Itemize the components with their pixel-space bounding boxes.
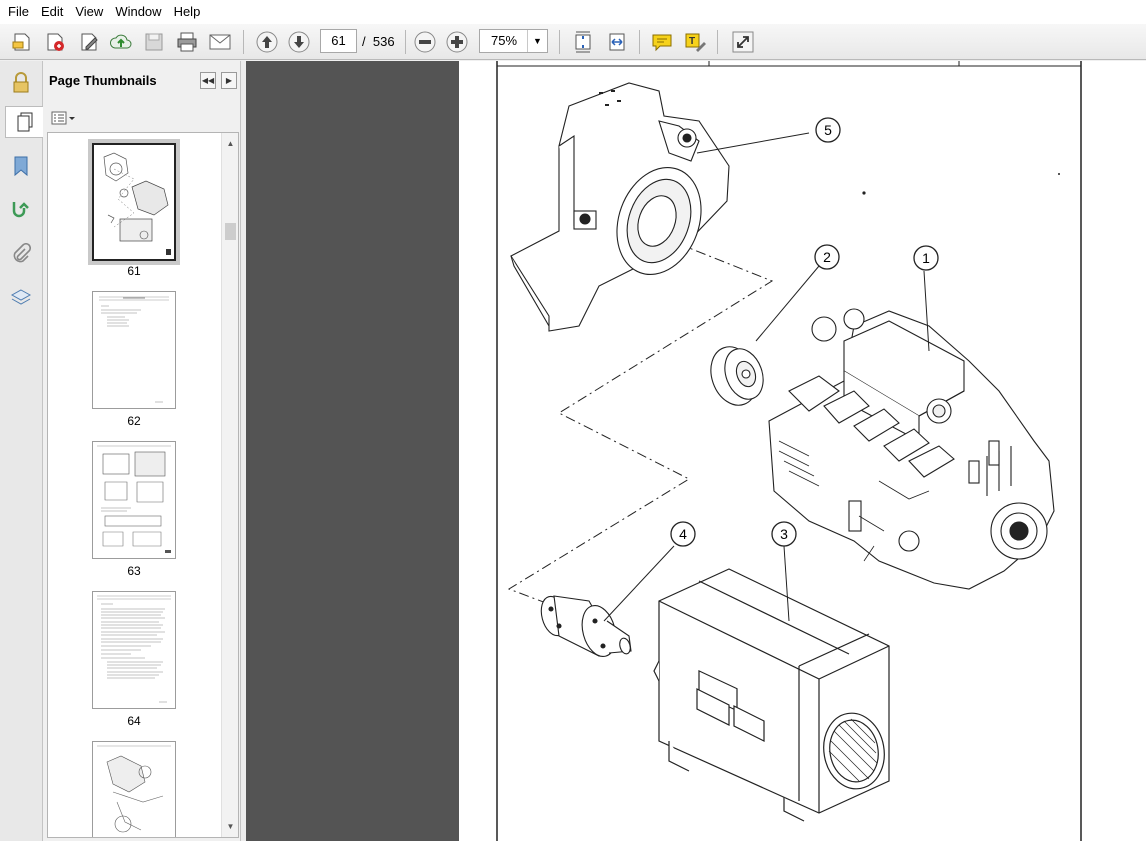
page-number-input[interactable]: 61: [320, 29, 357, 53]
thumbnail-options-button[interactable]: [50, 108, 75, 127]
menu-file[interactable]: File: [2, 0, 35, 24]
menu-help[interactable]: Help: [168, 0, 207, 24]
open-icon[interactable]: [8, 28, 36, 56]
svg-text:2: 2: [823, 249, 831, 265]
thumbnail-label: 64: [127, 714, 141, 728]
thumbnail-page[interactable]: [92, 441, 176, 559]
svg-text:1: 1: [922, 250, 930, 266]
toolbar-separator: [243, 30, 244, 54]
bookmarks-icon[interactable]: [6, 150, 36, 182]
toolbar-separator: [559, 30, 560, 54]
comment-icon[interactable]: [648, 28, 676, 56]
thumbnail-page[interactable]: [88, 139, 180, 265]
thumbnail-page[interactable]: [92, 741, 176, 837]
document-view[interactable]: 1 2 3 4 5: [246, 61, 1146, 841]
lock-icon[interactable]: [6, 67, 36, 99]
page-total-text: / 536: [362, 34, 395, 49]
callout-4: 4: [670, 521, 696, 547]
page-thumbnails-icon[interactable]: [5, 106, 43, 138]
cloud-upload-icon[interactable]: [107, 28, 135, 56]
email-icon[interactable]: [206, 28, 234, 56]
print-icon[interactable]: [173, 28, 201, 56]
diesel-engine-part-1: [768, 308, 1055, 590]
navigation-rail: [0, 61, 43, 841]
callout-3: 3: [771, 521, 797, 547]
destinations-icon[interactable]: [6, 194, 36, 226]
callout-1: 1: [913, 245, 939, 271]
page-thumbnails-panel: Page Thumbnails ◀◀ ▶ 61 62 63 64 ▲ ▼: [43, 61, 241, 841]
fit-page-icon[interactable]: [569, 28, 597, 56]
thumbnail-list[interactable]: 61 62 63 64 ▲ ▼: [47, 132, 239, 838]
zoom-select[interactable]: 75% ▼: [479, 29, 548, 53]
attachments-icon[interactable]: [6, 238, 36, 270]
zoom-value: 75%: [490, 33, 518, 48]
callout-2: 2: [814, 244, 840, 270]
edit-pdf-icon[interactable]: [75, 28, 103, 56]
generator-part-3: [653, 568, 890, 822]
panel-title: Page Thumbnails: [49, 73, 157, 88]
scroll-up-icon[interactable]: ▲: [222, 135, 238, 152]
next-page-icon[interactable]: [285, 28, 313, 56]
thumbnail-page[interactable]: [92, 591, 176, 709]
scroll-thumb[interactable]: [225, 223, 236, 240]
flexible-coupling-part-4: [540, 595, 632, 658]
svg-text:4: 4: [679, 526, 687, 542]
thumbnail-label: 63: [127, 564, 141, 578]
zoom-out-icon[interactable]: [411, 28, 439, 56]
menu-view[interactable]: View: [69, 0, 109, 24]
menu-edit[interactable]: Edit: [35, 0, 69, 24]
previous-page-icon[interactable]: [253, 28, 281, 56]
create-pdf-icon[interactable]: [41, 28, 69, 56]
toolbar-separator: [717, 30, 718, 54]
thumbnail-label: 62: [127, 414, 141, 428]
thumbnail-page[interactable]: [92, 291, 176, 409]
collapse-panel-icon[interactable]: ◀◀: [200, 72, 216, 89]
layers-icon[interactable]: [6, 281, 36, 313]
svg-text:5: 5: [824, 122, 832, 138]
fit-width-icon[interactable]: [603, 28, 631, 56]
menu-window[interactable]: Window: [109, 0, 167, 24]
toolbar-separator: [405, 30, 406, 54]
full-screen-icon[interactable]: [729, 28, 757, 56]
toolbar: 61 / 536 75% ▼ T: [0, 24, 1146, 60]
toolbar-separator: [639, 30, 640, 54]
scroll-down-icon[interactable]: ▼: [222, 818, 238, 835]
exploded-assembly-drawing: 1 2 3 4 5: [496, 61, 1082, 841]
expand-panel-icon[interactable]: ▶: [221, 72, 237, 89]
menu-bar: File Edit View Window Help: [0, 0, 1146, 24]
svg-text:3: 3: [780, 526, 788, 542]
document-page: 1 2 3 4 5: [459, 61, 1146, 841]
save-icon[interactable]: [140, 28, 168, 56]
svg-text:T: T: [689, 36, 695, 47]
callout-5: 5: [815, 117, 841, 143]
highlight-text-icon[interactable]: T: [681, 28, 709, 56]
thumbnail-label: 61: [127, 264, 141, 278]
coupling-part-2: [710, 346, 764, 406]
thumbnail-scrollbar[interactable]: ▲ ▼: [221, 133, 238, 837]
gearbox-housing: [510, 82, 730, 332]
chevron-down-icon[interactable]: ▼: [527, 30, 547, 52]
zoom-in-icon[interactable]: [443, 28, 471, 56]
